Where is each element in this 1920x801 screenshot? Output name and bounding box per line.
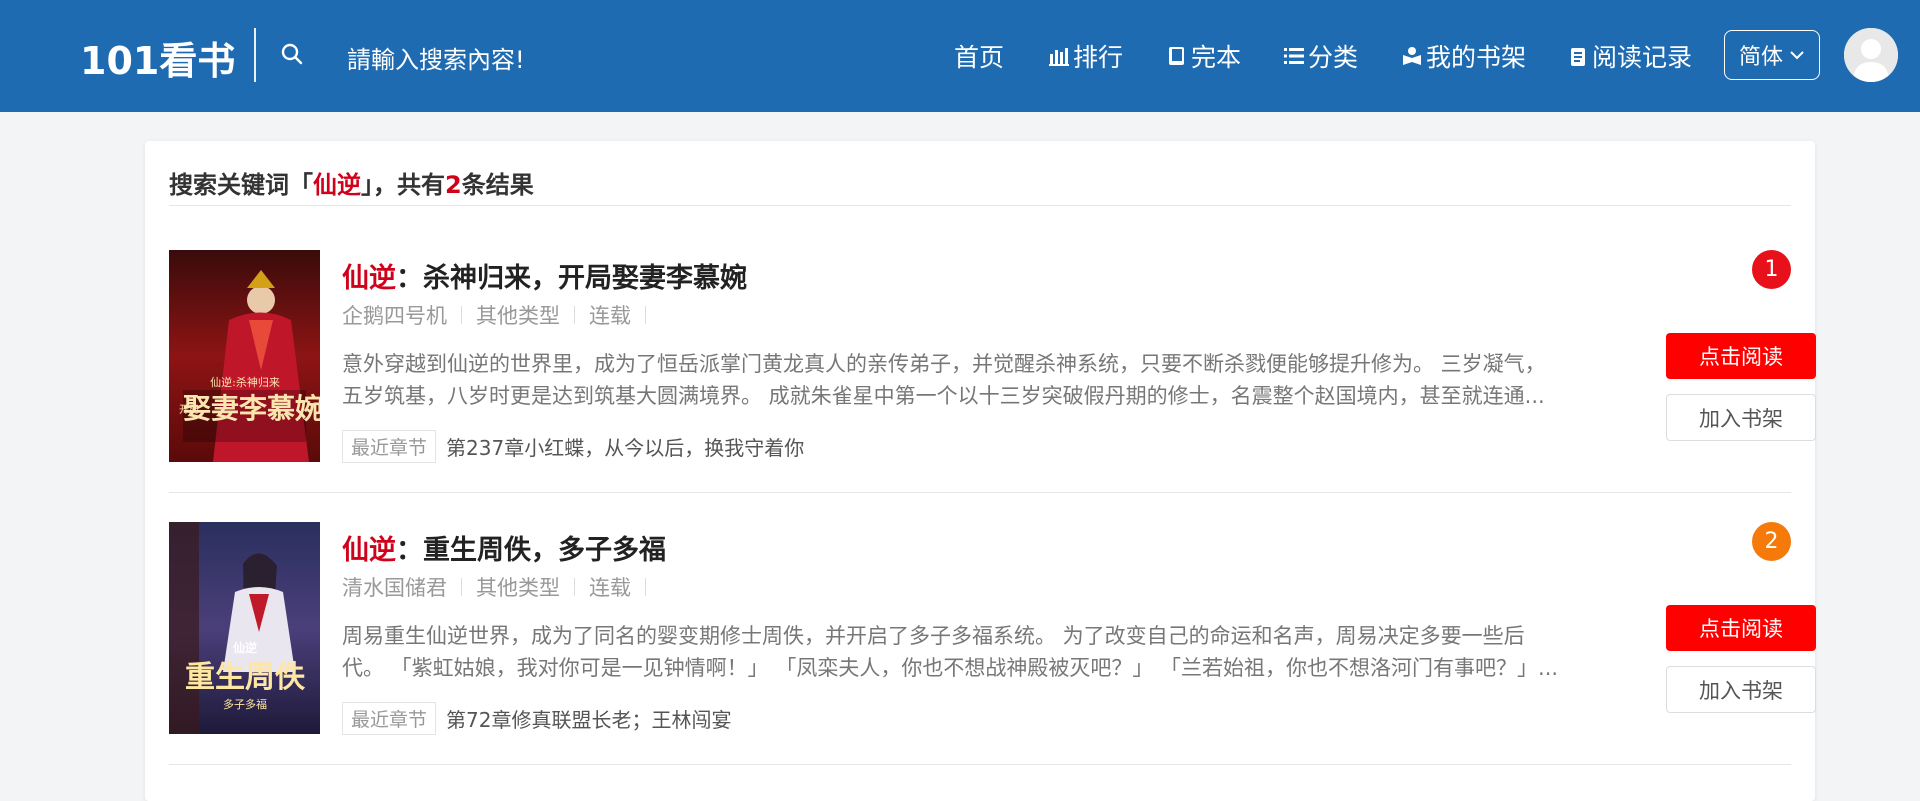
meta-separator [461, 578, 462, 596]
site-logo[interactable]: 101看书 [80, 30, 235, 85]
cover-title: 重生周佚 [185, 660, 306, 695]
book-description: 周易重生仙逆世界，成为了同名的婴变期修士周佚，并开启了多子多福系统。 为了改变自… [342, 624, 1559, 680]
header-divider [254, 28, 256, 82]
search-input[interactable]: 請輸入搜索內容! [347, 40, 525, 75]
cover-side-text: 开局 [179, 404, 199, 416]
divider [169, 492, 1791, 493]
book-title[interactable]: 仙逆：杀神归来，开局娶妻李慕婉 [342, 256, 747, 295]
latest-chapter-tag: 最近章节 [342, 430, 437, 463]
meta-separator [574, 306, 575, 324]
divider [169, 764, 1791, 765]
divider [169, 205, 1791, 206]
nav-my-bookshelf[interactable]: 我的书架 [1402, 38, 1526, 74]
user-avatar-icon [1844, 28, 1898, 82]
nav-label: 阅读记录 [1592, 43, 1693, 72]
book-category[interactable]: 其他类型 [476, 300, 560, 330]
cover-side-text: 多子多福 [223, 697, 267, 711]
bar-chart-icon [1049, 48, 1069, 66]
avatar[interactable] [1844, 28, 1898, 82]
book-category[interactable]: 其他类型 [476, 572, 560, 602]
rank-badge: 2 [1752, 522, 1791, 561]
rank-badge: 1 [1752, 250, 1791, 289]
add-to-shelf-button[interactable]: 加入书架 [1666, 394, 1816, 441]
read-button[interactable]: 点击阅读 [1666, 333, 1816, 379]
meta-separator [645, 578, 646, 596]
summary-count: 2 [445, 171, 462, 199]
nav-label: 分类 [1308, 43, 1359, 72]
book-meta: 清水国储君 其他类型 连载 [342, 572, 660, 602]
book-icon [1169, 47, 1184, 65]
add-to-shelf-button[interactable]: 加入书架 [1666, 666, 1816, 713]
clipboard-icon [1571, 48, 1585, 66]
book-open-icon [1403, 47, 1421, 65]
latest-chapter-link[interactable]: 第237章小红蝶，从今以后，换我守着你 [446, 432, 804, 461]
meta-separator [645, 306, 646, 324]
top-header: 101看书 請輸入搜索內容! 首页 排行 完本 分类 我的书架 阅读记录 简体 [0, 0, 1920, 112]
language-select[interactable]: 简体 [1724, 30, 1820, 80]
cover-illustration: 仙逆 重生周佚 多子多福 [169, 522, 320, 734]
read-button[interactable]: 点击阅读 [1666, 605, 1816, 651]
nav-label: 完本 [1191, 43, 1242, 72]
cover-subtitle: 仙逆 [233, 640, 257, 655]
chevron-down-icon [1790, 51, 1804, 60]
summary-keyword: 仙逆 [313, 171, 361, 199]
search-summary: 搜索关键词「仙逆」，共有2条结果 [169, 165, 534, 200]
title-rest: ：重生周佚，多子多福 [396, 535, 666, 566]
nav-categories[interactable]: 分类 [1284, 38, 1358, 74]
latest-chapter-row: 最近章节 第237章小红蝶，从今以后，换我守着你 [342, 430, 804, 463]
title-rest: ：杀神归来，开局娶妻李慕婉 [396, 263, 747, 294]
cover-title: 娶妻李慕婉 [183, 392, 320, 425]
cover-subtitle: 仙逆:杀神归来 [210, 375, 280, 389]
title-keyword: 仙逆 [342, 263, 396, 294]
latest-chapter-tag: 最近章节 [342, 702, 437, 735]
summary-middle: 」，共有 [361, 171, 445, 199]
nav-completed[interactable]: 完本 [1167, 38, 1241, 74]
nav-reading-history[interactable]: 阅读记录 [1568, 38, 1692, 74]
book-description: 意外穿越到仙逆的世界里，成为了恒岳派掌门黄龙真人的亲传弟子，并觉醒杀神系统，只要… [342, 352, 1546, 408]
cover-illustration: 仙逆:杀神归来 娶妻李慕婉 开局 [169, 250, 320, 462]
search-results-card: 搜索关键词「仙逆」，共有2条结果 仙逆:杀神归来 娶妻李慕婉 开局 仙逆：杀神归… [145, 141, 1816, 801]
book-author[interactable]: 清水国储君 [342, 572, 447, 602]
nav-ranking[interactable]: 排行 [1049, 38, 1123, 74]
book-title[interactable]: 仙逆：重生周佚，多子多福 [342, 528, 666, 567]
nav-home[interactable]: 首页 [954, 38, 1004, 74]
title-keyword: 仙逆 [342, 535, 396, 566]
nav-label: 排行 [1073, 43, 1124, 72]
latest-chapter-row: 最近章节 第72章修真联盟长老；王林闯宴 [342, 702, 731, 735]
nav-label: 首页 [954, 43, 1005, 72]
latest-chapter-link[interactable]: 第72章修真联盟长老；王林闯宴 [446, 704, 731, 733]
book-item: 仙逆:杀神归来 娶妻李慕婉 开局 仙逆：杀神归来，开局娶妻李慕婉 企鹅四号机 其… [169, 250, 1816, 522]
book-item: 仙逆 重生周佚 多子多福 仙逆：重生周佚，多子多福 清水国储君 其他类型 连载 … [169, 522, 1816, 794]
meta-separator [574, 578, 575, 596]
book-meta: 企鹅四号机 其他类型 连载 [342, 300, 660, 330]
nav-label: 我的书架 [1426, 43, 1527, 72]
list-icon [1284, 48, 1304, 64]
book-cover[interactable]: 仙逆:杀神归来 娶妻李慕婉 开局 [169, 250, 320, 462]
summary-suffix: 条结果 [461, 171, 534, 199]
book-cover[interactable]: 仙逆 重生周佚 多子多福 [169, 522, 320, 734]
language-label: 简体 [1738, 45, 1783, 70]
meta-separator [461, 306, 462, 324]
book-status: 连载 [589, 304, 631, 328]
book-status: 连载 [589, 576, 631, 600]
book-author[interactable]: 企鹅四号机 [342, 300, 447, 330]
summary-prefix: 搜索关键词「 [169, 171, 313, 199]
search-icon[interactable] [280, 42, 304, 66]
